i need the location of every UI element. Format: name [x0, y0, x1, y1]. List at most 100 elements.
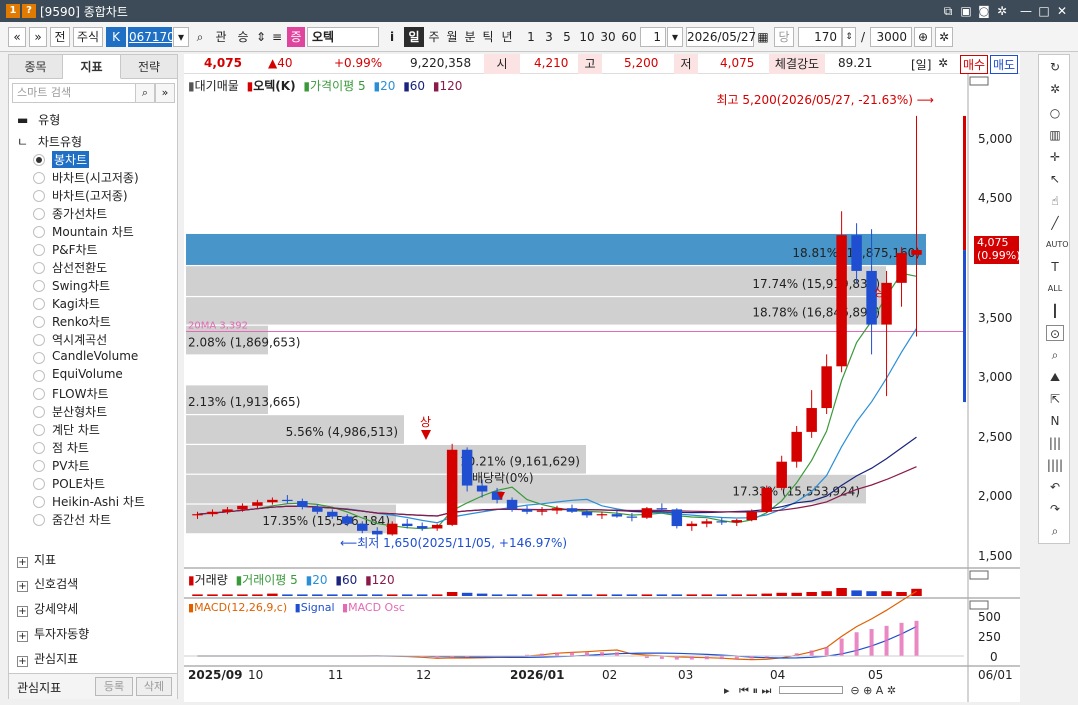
- legend-signal[interactable]: Signal: [301, 601, 335, 614]
- scroll-right-icon[interactable]: ▸: [724, 684, 730, 697]
- nav-prev-button[interactable]: «: [8, 27, 26, 47]
- chart-type-item[interactable]: PV차트: [52, 457, 90, 474]
- spin-icon[interactable]: ⇕: [254, 27, 268, 47]
- count-input[interactable]: 170: [798, 27, 842, 47]
- bar-chart-icon[interactable]: ▥: [1046, 127, 1064, 143]
- columns-icon[interactable]: ||||: [1046, 457, 1064, 473]
- pause-icon[interactable]: ⏸: [752, 684, 758, 697]
- interval-3-button[interactable]: 3: [541, 27, 557, 47]
- interval-10-button[interactable]: 10: [577, 27, 597, 47]
- n-wave-icon[interactable]: N: [1046, 413, 1064, 429]
- pointer-icon[interactable]: ↖: [1046, 171, 1064, 187]
- close-icon[interactable]: ✕: [1054, 3, 1070, 19]
- zoom-slider[interactable]: [778, 686, 843, 694]
- chart-type-item[interactable]: Mountain 차트: [52, 223, 134, 240]
- chart-type-radio[interactable]: [33, 460, 45, 472]
- camera-icon[interactable]: ◙: [976, 3, 992, 19]
- crosshair-icon[interactable]: ✛: [1046, 149, 1064, 165]
- chart-type-radio[interactable]: [33, 280, 45, 292]
- gwan-button[interactable]: 관: [211, 27, 231, 47]
- k-badge[interactable]: K: [106, 27, 126, 47]
- chart-type-item[interactable]: EquiVolume: [52, 367, 123, 381]
- scroll-start-icon[interactable]: ⏮: [739, 684, 749, 697]
- chart-type-radio[interactable]: [33, 478, 45, 490]
- group-type[interactable]: ▬ 유형: [17, 111, 60, 128]
- all-icon[interactable]: ALL: [1046, 281, 1064, 297]
- font-icon[interactable]: A: [876, 684, 884, 697]
- maximize-icon[interactable]: □: [1036, 3, 1052, 19]
- chart-type-item[interactable]: POLE차트: [52, 475, 105, 492]
- interval-dropdown-icon[interactable]: ▾: [667, 27, 683, 47]
- chart-type-item[interactable]: CandleVolume: [52, 349, 138, 363]
- chart-type-item[interactable]: 바차트(고저종): [52, 187, 128, 204]
- legend-vma120[interactable]: 120: [372, 573, 395, 587]
- period-day-tab[interactable]: 일: [404, 27, 424, 47]
- chart-type-radio[interactable]: [33, 334, 45, 346]
- market-select[interactable]: 주식: [73, 27, 103, 47]
- tab-indicator[interactable]: 지표: [63, 55, 121, 79]
- legend-stock[interactable]: 오텍(K): [253, 79, 295, 93]
- text-icon[interactable]: T: [1046, 259, 1064, 275]
- search-icon[interactable]: ⌕: [191, 27, 209, 47]
- register-button[interactable]: 등록: [95, 677, 133, 696]
- bars-icon[interactable]: |||: [1046, 435, 1064, 451]
- chart-type-radio[interactable]: [33, 208, 45, 220]
- total-input[interactable]: 3000: [870, 27, 912, 47]
- chart-type-item[interactable]: Heikin-Ashi 차트: [52, 493, 145, 510]
- undo-icon[interactable]: ↶: [1046, 479, 1064, 495]
- chart-type-item[interactable]: Kagi차트: [52, 295, 100, 312]
- date-input[interactable]: 2026/05/27: [686, 27, 756, 47]
- chart-type-item[interactable]: 봉차트: [52, 151, 90, 168]
- chart-type-radio[interactable]: [33, 172, 45, 184]
- chart-type-radio[interactable]: [33, 496, 45, 508]
- dang-button[interactable]: 당: [774, 27, 794, 47]
- delete-button[interactable]: 삭제: [136, 677, 172, 696]
- period-minute-tab[interactable]: 분: [461, 27, 479, 47]
- zoom-out-icon[interactable]: ⊖: [850, 684, 859, 697]
- legend-ma20[interactable]: 20: [380, 79, 395, 93]
- chart-type-radio[interactable]: [33, 442, 45, 454]
- settings-icon[interactable]: ✲: [994, 3, 1010, 19]
- chart-type-item[interactable]: 종가선차트: [52, 205, 107, 222]
- section-favorite[interactable]: + 관심지표: [17, 650, 78, 667]
- chart-type-radio[interactable]: [33, 244, 45, 256]
- line-icon[interactable]: ╱: [1046, 215, 1064, 231]
- tab-strategy[interactable]: 전략: [121, 55, 177, 79]
- count-spin-icon[interactable]: ⇕: [842, 27, 856, 47]
- chart-type-radio[interactable]: [33, 262, 45, 274]
- legend-ma120[interactable]: 120: [440, 79, 463, 93]
- toolbar-settings-icon[interactable]: ✲: [935, 27, 953, 47]
- nav-next-button[interactable]: »: [29, 27, 47, 47]
- chart-type-item[interactable]: 바차트(시고저종): [52, 169, 139, 186]
- magnifier-icon[interactable]: ⌕: [1046, 347, 1064, 363]
- period-tick-tab[interactable]: 틱: [479, 27, 497, 47]
- smart-search-input[interactable]: 스마트 검색: [12, 83, 136, 103]
- chart-type-item[interactable]: Renko차트: [52, 313, 111, 330]
- quote-settings-icon[interactable]: ✲: [938, 56, 948, 70]
- search-icon[interactable]: ⌕: [1046, 523, 1064, 539]
- help-badge[interactable]: ?: [22, 4, 36, 18]
- section-strength[interactable]: + 강세약세: [17, 600, 78, 617]
- chart-type-radio[interactable]: [33, 352, 45, 364]
- link-icon[interactable]: ⧉: [940, 3, 956, 19]
- legend-volume[interactable]: 거래량: [195, 573, 228, 587]
- chart-type-radio[interactable]: [33, 298, 45, 310]
- chart-type-item[interactable]: 역시계곡선: [52, 331, 107, 348]
- buy-button[interactable]: 매수: [960, 55, 989, 74]
- legend-macd-osc[interactable]: MACD Osc: [348, 601, 405, 614]
- chart-type-item[interactable]: Swing차트: [52, 277, 110, 294]
- interval-input[interactable]: 1: [640, 27, 666, 47]
- auto-line-icon[interactable]: AUTO: [1046, 237, 1069, 253]
- interval-1-button[interactable]: 1: [523, 27, 539, 47]
- legend-supply[interactable]: 대기매물: [195, 79, 239, 93]
- period-month-tab[interactable]: 월: [443, 27, 461, 47]
- minimize-icon[interactable]: —: [1018, 3, 1034, 19]
- sell-button[interactable]: 매도: [990, 55, 1019, 74]
- refresh-icon[interactable]: ↻: [1046, 59, 1064, 75]
- stock-code-input[interactable]: 067170: [128, 27, 175, 47]
- section-indicator[interactable]: + 지표: [17, 551, 56, 568]
- period-week-tab[interactable]: 주: [425, 27, 443, 47]
- legend-ma5[interactable]: 가격이평 5: [310, 79, 366, 93]
- chart-type-item[interactable]: 삼선전환도: [52, 259, 107, 276]
- list-icon[interactable]: ≡: [270, 27, 284, 47]
